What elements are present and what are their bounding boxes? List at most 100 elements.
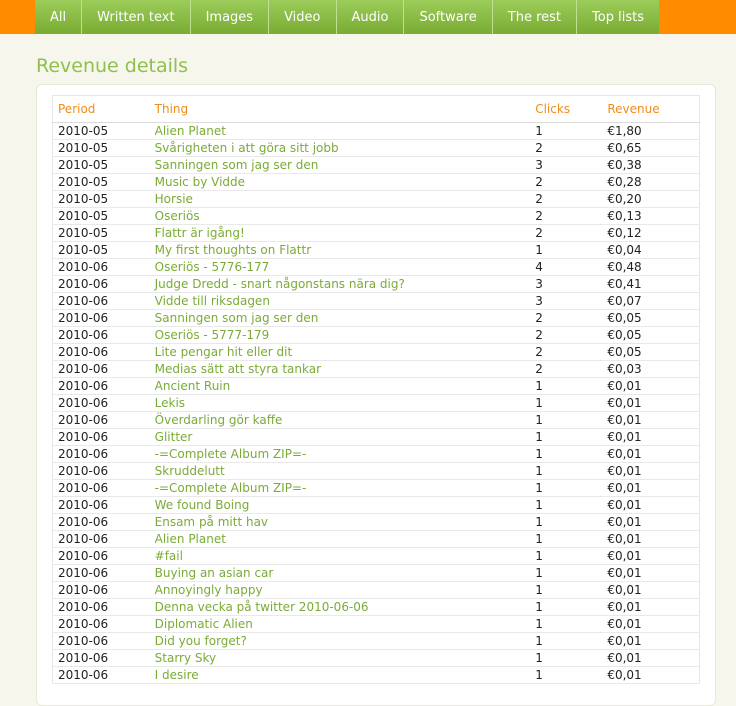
thing-link[interactable]: Svårigheten i att göra sitt jobb bbox=[149, 139, 531, 157]
clicks-cell: 1 bbox=[530, 479, 603, 497]
thing-link[interactable]: Vidde till riksdagen bbox=[149, 292, 531, 310]
thing-link[interactable]: My first thoughts on Flattr bbox=[149, 241, 531, 259]
table-row: 2010-06 Sanningen som jag ser den 2 €0,05 bbox=[52, 309, 700, 327]
period-cell: 2010-05 bbox=[52, 207, 150, 225]
clicks-cell: 1 bbox=[530, 496, 603, 514]
thing-link[interactable]: #fail bbox=[149, 547, 531, 565]
nav-tab-images[interactable]: Images bbox=[190, 0, 270, 34]
column-header-period: Period bbox=[52, 95, 150, 123]
clicks-cell: 1 bbox=[530, 445, 603, 463]
period-cell: 2010-06 bbox=[52, 326, 150, 344]
thing-link[interactable]: Oseriös bbox=[149, 207, 531, 225]
table-row: 2010-06 Buying an asian car 1 €0,01 bbox=[52, 564, 700, 582]
revenue-cell: €0,20 bbox=[602, 190, 700, 208]
thing-link[interactable]: Music by Vidde bbox=[149, 173, 531, 191]
period-cell: 2010-06 bbox=[52, 377, 150, 395]
thing-link[interactable]: Buying an asian car bbox=[149, 564, 531, 582]
thing-link[interactable]: Ancient Ruin bbox=[149, 377, 531, 395]
period-cell: 2010-06 bbox=[52, 343, 150, 361]
nav-tab-audio[interactable]: Audio bbox=[336, 0, 405, 34]
revenue-cell: €0,01 bbox=[602, 666, 700, 684]
table-row: 2010-05 Oseriös 2 €0,13 bbox=[52, 207, 700, 225]
thing-link[interactable]: Lite pengar hit eller dit bbox=[149, 343, 531, 361]
thing-link[interactable]: Starry Sky bbox=[149, 649, 531, 667]
clicks-cell: 1 bbox=[530, 377, 603, 395]
revenue-cell: €0,01 bbox=[602, 411, 700, 429]
clicks-cell: 2 bbox=[530, 224, 603, 242]
revenue-cell: €0,01 bbox=[602, 394, 700, 412]
nav-tab-written-text[interactable]: Written text bbox=[82, 0, 191, 34]
table-row: 2010-06 Annoyingly happy 1 €0,01 bbox=[52, 581, 700, 599]
clicks-cell: 1 bbox=[530, 122, 603, 140]
table-row: 2010-06 Oseriös - 5776-177 4 €0,48 bbox=[52, 258, 700, 276]
table-row: 2010-06 I desire 1 €0,01 bbox=[52, 666, 700, 684]
period-cell: 2010-06 bbox=[52, 564, 150, 582]
nav-tab-video[interactable]: Video bbox=[269, 0, 337, 34]
period-cell: 2010-06 bbox=[52, 445, 150, 463]
thing-link[interactable]: -=Complete Album ZIP=- bbox=[149, 445, 531, 463]
table-row: 2010-05 Music by Vidde 2 €0,28 bbox=[52, 173, 700, 191]
clicks-cell: 3 bbox=[530, 292, 603, 310]
table-row: 2010-06 We found Boing 1 €0,01 bbox=[52, 496, 700, 514]
clicks-cell: 1 bbox=[530, 428, 603, 446]
table-row: 2010-06 Judge Dredd - snart någonstans nä… bbox=[52, 275, 700, 293]
thing-link[interactable]: Flattr är igång! bbox=[149, 224, 531, 242]
period-cell: 2010-06 bbox=[52, 360, 150, 378]
thing-link[interactable]: Medias sätt att styra tankar bbox=[149, 360, 531, 378]
clicks-cell: 1 bbox=[530, 241, 603, 259]
clicks-cell: 2 bbox=[530, 207, 603, 225]
table-row: 2010-06 Oseriös - 5777-179 2 €0,05 bbox=[52, 326, 700, 344]
thing-link[interactable]: Oseriös - 5777-179 bbox=[149, 326, 531, 344]
nav-tab-software[interactable]: Software bbox=[404, 0, 493, 34]
column-header-thing: Thing bbox=[149, 95, 531, 123]
thing-link[interactable]: Horsie bbox=[149, 190, 531, 208]
thing-link[interactable]: Glitter bbox=[149, 428, 531, 446]
thing-link[interactable]: Annoyingly happy bbox=[149, 581, 531, 599]
revenue-cell: €0,01 bbox=[602, 581, 700, 599]
period-cell: 2010-06 bbox=[52, 462, 150, 480]
thing-link[interactable]: Oseriös - 5776-177 bbox=[149, 258, 531, 276]
period-cell: 2010-06 bbox=[52, 275, 150, 293]
revenue-cell: €0,01 bbox=[602, 615, 700, 633]
column-header-revenue: Revenue bbox=[602, 95, 700, 123]
thing-link[interactable]: Alien Planet bbox=[149, 530, 531, 548]
nav-tab-top-lists[interactable]: Top lists bbox=[577, 0, 659, 34]
revenue-cell: €0,65 bbox=[602, 139, 700, 157]
thing-link[interactable]: Alien Planet bbox=[149, 122, 531, 140]
clicks-cell: 1 bbox=[530, 632, 603, 650]
revenue-cell: €0,38 bbox=[602, 156, 700, 174]
thing-link[interactable]: Sanningen som jag ser den bbox=[149, 156, 531, 174]
table-row: 2010-06 Medias sätt att styra tankar 2 €0,0… bbox=[52, 360, 700, 378]
thing-link[interactable]: Sanningen som jag ser den bbox=[149, 309, 531, 327]
thing-link[interactable]: Överdarling gör kaffe bbox=[149, 411, 531, 429]
table-row: 2010-05 My first thoughts on Flattr 1 €0,04 bbox=[52, 241, 700, 259]
period-cell: 2010-06 bbox=[52, 666, 150, 684]
table-header-row: Period Thing Clicks Revenue bbox=[52, 95, 700, 123]
period-cell: 2010-06 bbox=[52, 496, 150, 514]
clicks-cell: 3 bbox=[530, 275, 603, 293]
nav-tab-the-rest[interactable]: The rest bbox=[492, 0, 578, 34]
thing-link[interactable]: Judge Dredd - snart någonstans nära dig? bbox=[149, 275, 531, 293]
thing-link[interactable]: Denna vecka på twitter 2010-06-06 bbox=[149, 598, 531, 616]
clicks-cell: 1 bbox=[530, 547, 603, 565]
table-row: 2010-06 #fail 1 €0,01 bbox=[52, 547, 700, 565]
period-cell: 2010-06 bbox=[52, 615, 150, 633]
period-cell: 2010-06 bbox=[52, 547, 150, 565]
thing-link[interactable]: I desire bbox=[149, 666, 531, 684]
thing-link[interactable]: Lekis bbox=[149, 394, 531, 412]
thing-link[interactable]: -=Complete Album ZIP=- bbox=[149, 479, 531, 497]
thing-link[interactable]: Skruddelutt bbox=[149, 462, 531, 480]
table-row: 2010-05 Flattr är igång! 2 €0,12 bbox=[52, 224, 700, 242]
thing-link[interactable]: Ensam på mitt hav bbox=[149, 513, 531, 531]
thing-link[interactable]: We found Boing bbox=[149, 496, 531, 514]
period-cell: 2010-06 bbox=[52, 428, 150, 446]
period-cell: 2010-05 bbox=[52, 190, 150, 208]
clicks-cell: 4 bbox=[530, 258, 603, 276]
thing-link[interactable]: Diplomatic Alien bbox=[149, 615, 531, 633]
revenue-cell: €0,01 bbox=[602, 496, 700, 514]
period-cell: 2010-06 bbox=[52, 292, 150, 310]
revenue-cell: €0,01 bbox=[602, 479, 700, 497]
thing-link[interactable]: Did you forget? bbox=[149, 632, 531, 650]
revenue-cell: €0,01 bbox=[602, 547, 700, 565]
nav-tab-all[interactable]: All bbox=[35, 0, 83, 34]
